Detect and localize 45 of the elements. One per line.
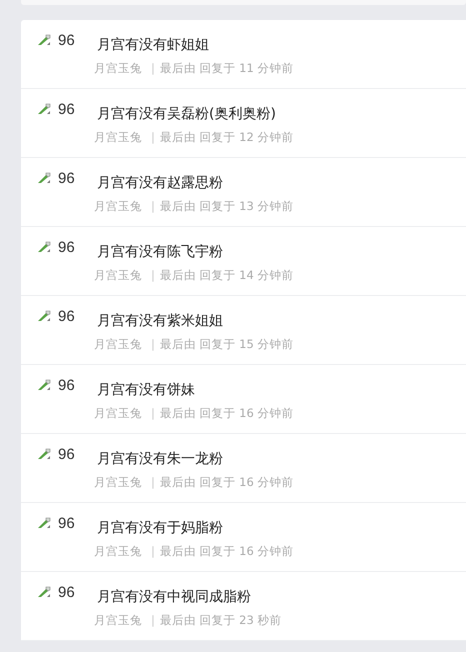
- broken-image-icon: [37, 517, 51, 529]
- reply-count: 96: [58, 378, 75, 394]
- reply-count: 96: [58, 585, 75, 601]
- separator: |: [151, 61, 155, 75]
- reply-info: 最后由 回复于 13 分钟前: [160, 199, 294, 213]
- reply-count: 96: [58, 240, 75, 256]
- separator: |: [151, 475, 155, 489]
- separator: |: [151, 406, 155, 420]
- reply-info: 最后由 回复于 16 分钟前: [160, 475, 294, 489]
- topic-title-link[interactable]: 月宫有没有虾姐姐: [97, 36, 294, 54]
- separator: |: [151, 337, 155, 351]
- broken-image-icon: [37, 103, 51, 115]
- reply-count: 96: [58, 102, 75, 118]
- reply-info: 最后由 回复于 14 分钟前: [160, 268, 294, 282]
- topic-title-link[interactable]: 月宫有没有吴磊粉(奥利奥粉): [97, 105, 294, 123]
- reply-info: 最后由 回复于 12 分钟前: [160, 130, 294, 144]
- topic-title-link[interactable]: 月宫有没有赵露思粉: [97, 174, 294, 192]
- topic-title-link[interactable]: 月宫有没有朱一龙粉: [97, 450, 294, 468]
- topic-title-link[interactable]: 月宫有没有中视同成脂粉: [97, 588, 282, 606]
- broken-image-icon: [37, 34, 51, 46]
- separator: |: [151, 544, 155, 558]
- separator: |: [151, 613, 155, 627]
- broken-image-icon: [37, 310, 51, 322]
- separator: |: [151, 268, 155, 282]
- topic-title-link[interactable]: 月宫有没有紫米姐姐: [97, 312, 294, 330]
- reply-count: 96: [58, 447, 75, 463]
- separator: |: [151, 130, 155, 144]
- separator: |: [151, 199, 155, 213]
- topic-title-link[interactable]: 月宫有没有陈飞宇粉: [97, 243, 294, 261]
- broken-image-icon: [37, 172, 51, 184]
- reply-count: 96: [58, 33, 75, 49]
- reply-info: 最后由 回复于 15 分钟前: [160, 337, 294, 351]
- reply-info: 最后由 回复于 16 分钟前: [160, 406, 294, 420]
- reply-count: 96: [58, 309, 75, 325]
- reply-info: 最后由 回复于 11 分钟前: [160, 61, 294, 75]
- topic-title-link[interactable]: 月宫有没有于妈脂粉: [97, 519, 294, 537]
- reply-info: 最后由 回复于 16 分钟前: [160, 544, 294, 558]
- reply-info: 最后由 回复于 23 秒前: [160, 613, 282, 627]
- reply-count: 96: [58, 171, 75, 187]
- broken-image-icon: [37, 586, 51, 598]
- broken-image-icon: [37, 448, 51, 460]
- broken-image-icon: [37, 379, 51, 391]
- reply-count: 96: [58, 516, 75, 532]
- topic-title-link[interactable]: 月宫有没有饼妹: [97, 381, 294, 399]
- broken-image-icon: [37, 241, 51, 253]
